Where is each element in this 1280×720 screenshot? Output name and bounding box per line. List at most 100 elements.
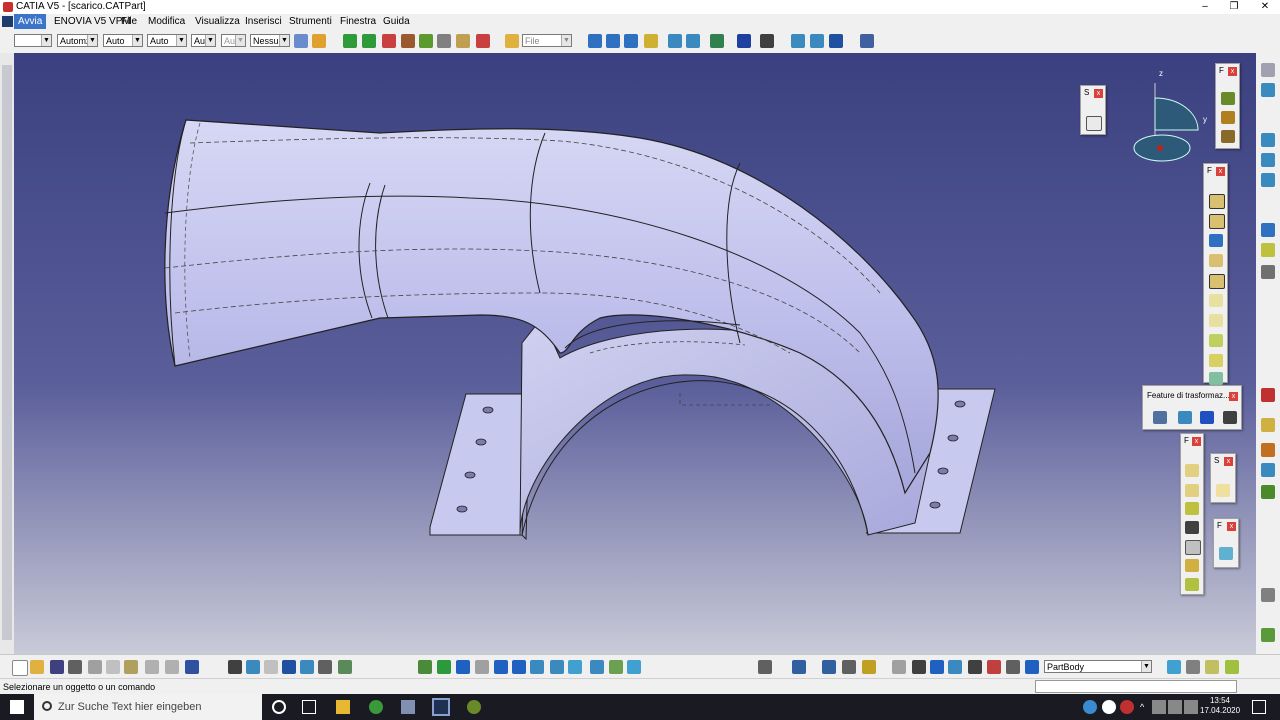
other-app-icon[interactable] [467, 700, 481, 714]
chevron-up-icon[interactable]: ^ [1140, 702, 1144, 712]
task-view-icon[interactable] [302, 700, 316, 714]
zoom-out-icon[interactable] [512, 660, 526, 674]
sketch-icon[interactable] [1086, 116, 1102, 131]
menu-file[interactable]: File [121, 16, 137, 27]
cortana-icon[interactable] [272, 700, 286, 714]
multi-pad-icon[interactable] [1209, 334, 1223, 347]
record-icon[interactable] [1261, 588, 1275, 602]
part-model-svg[interactable] [0, 53, 1280, 654]
symmetry-icon[interactable] [401, 34, 415, 48]
layer-bottom-icon[interactable] [1006, 660, 1020, 674]
taskbar-clock[interactable]: 13:54 17.04.2020 [1200, 696, 1240, 716]
view-iso-icon[interactable] [686, 34, 700, 48]
formula-icon[interactable] [1261, 463, 1275, 477]
knowledge-icon[interactable] [1261, 443, 1275, 457]
app-icon[interactable] [401, 700, 415, 714]
rib-icon[interactable] [1209, 294, 1223, 307]
menu-finestra[interactable]: Finestra [340, 16, 376, 27]
menu-strumenti[interactable]: Strumenti [289, 16, 332, 27]
pan-icon[interactable] [456, 660, 470, 674]
paste-icon[interactable] [124, 660, 138, 674]
user-icon[interactable] [860, 34, 874, 48]
transformation-icon[interactable] [1153, 411, 1167, 424]
bulb-icon[interactable] [264, 660, 278, 674]
painter-icon[interactable] [294, 34, 308, 48]
rotate-view-icon[interactable] [475, 660, 489, 674]
layout-icon[interactable] [1261, 83, 1275, 97]
open-icon[interactable] [30, 660, 44, 674]
table-bottom-icon[interactable] [300, 660, 314, 674]
view-mode-icon[interactable] [710, 34, 724, 48]
plane-icon[interactable] [1261, 153, 1275, 167]
bottle-icon[interactable] [862, 660, 876, 674]
wireframe-icon[interactable] [1261, 133, 1275, 147]
vertical-scrollbar[interactable] [0, 53, 14, 654]
tree-icon[interactable] [1261, 63, 1275, 77]
update-icon[interactable] [892, 660, 906, 674]
scaling-icon[interactable] [1223, 411, 1237, 424]
rotate-icon[interactable] [382, 34, 396, 48]
pocket-icon[interactable] [1209, 214, 1225, 229]
constraints-toggle-icon[interactable] [968, 660, 982, 674]
thick-icon[interactable] [1221, 111, 1235, 124]
linetype-combo[interactable]: Auto ▼ [103, 34, 143, 47]
feature-panel-top-close[interactable]: x [1228, 67, 1237, 76]
help-tray-icon[interactable] [1083, 700, 1097, 714]
undo-icon[interactable] [145, 660, 159, 674]
menu-guida[interactable]: Guida [383, 16, 410, 27]
list-icon[interactable] [282, 660, 296, 674]
sync-icon[interactable] [912, 660, 926, 674]
measure-bottom-icon[interactable] [338, 660, 352, 674]
parameters-icon[interactable] [318, 660, 332, 674]
layer-name-combo[interactable]: Nessuno ▼ [250, 34, 290, 47]
surface-icon[interactable] [1221, 92, 1235, 105]
dimension-icon[interactable] [822, 660, 836, 674]
insert-body-icon[interactable] [1225, 660, 1239, 674]
rule-icon[interactable] [1261, 485, 1275, 499]
pattern-icon[interactable] [456, 34, 470, 48]
point-tool-icon[interactable] [588, 34, 602, 48]
multi-view-icon[interactable] [550, 660, 564, 674]
menu-enovia[interactable]: ENOVIA V5 VPM [54, 16, 131, 27]
file-combo[interactable]: File ▼ [522, 34, 572, 47]
scale-icon[interactable] [437, 34, 451, 48]
table-icon[interactable] [737, 34, 751, 48]
compass-widget[interactable] [1130, 68, 1205, 168]
catia-menu-icon[interactable] [2, 16, 13, 27]
color-combo[interactable]: ▼ [14, 34, 52, 47]
new-icon[interactable] [12, 660, 28, 676]
menu-modifica[interactable]: Modifica [148, 16, 185, 27]
catalog-icon[interactable] [791, 34, 805, 48]
groove-icon[interactable] [1209, 254, 1223, 267]
rect-pattern-icon[interactable] [1200, 411, 1214, 424]
hole-icon[interactable] [1209, 274, 1225, 289]
file-explorer-icon[interactable] [336, 700, 350, 714]
catalog-browser-icon[interactable] [1261, 418, 1275, 432]
fillet-icon[interactable] [1185, 464, 1199, 477]
notification-icon[interactable] [1252, 700, 1266, 714]
plane-tool-icon[interactable] [1261, 243, 1275, 257]
move-icon[interactable] [343, 34, 357, 48]
chamfer-icon[interactable] [1185, 484, 1199, 497]
transparency-combo[interactable]: Aut ▼ [221, 34, 246, 47]
arc-icon[interactable] [624, 34, 638, 48]
measure-icon[interactable] [644, 34, 658, 48]
cut-icon[interactable] [88, 660, 102, 674]
slot-icon[interactable] [1209, 314, 1223, 327]
work-object-icon[interactable] [1025, 660, 1039, 674]
cut-part-icon[interactable] [987, 660, 1001, 674]
minimize-button[interactable]: – [1190, 0, 1220, 14]
transform-panel-close[interactable]: x [1229, 392, 1238, 401]
fit-all-icon[interactable] [437, 660, 451, 674]
check-icon[interactable] [1186, 660, 1200, 674]
remove-face-icon[interactable] [1185, 578, 1199, 591]
curve-icon[interactable] [606, 34, 620, 48]
shaft-icon[interactable] [1209, 234, 1223, 247]
comment-icon[interactable] [246, 660, 260, 674]
layer-combo[interactable]: Automz ▼ [57, 34, 98, 47]
constraint-icon[interactable] [792, 660, 806, 674]
volume-icon[interactable] [1184, 700, 1198, 714]
close-button[interactable]: ✕ [1250, 0, 1280, 14]
fly-mode-icon[interactable] [418, 660, 432, 674]
3d-viewport[interactable]: z y S x F x F x Feature di trasformaz...… [0, 53, 1280, 654]
